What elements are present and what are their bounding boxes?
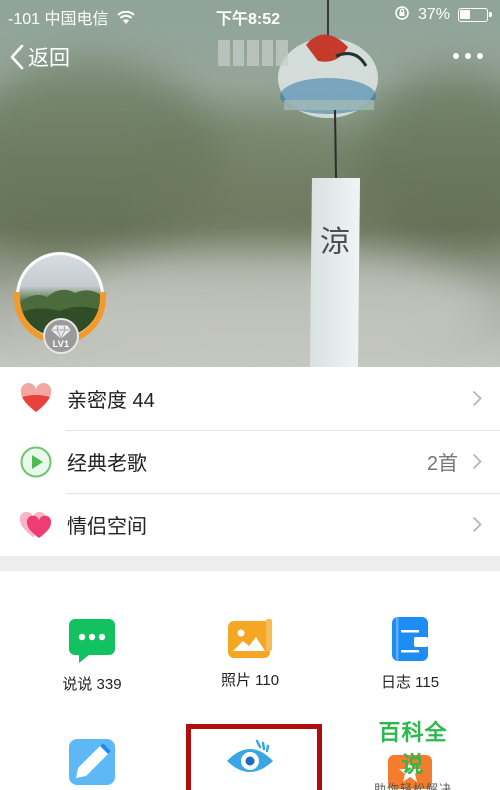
chevron-right-icon <box>472 453 482 470</box>
intimacy-label: 亲密度 44 <box>67 390 155 412</box>
status-bar: -101 中国电信 下午8:52 37% <box>0 0 500 28</box>
cover-banner: 涼 -101 中国电信 下午8:52 37% 返回 LV1 <box>0 0 500 367</box>
pen-icon <box>69 739 115 785</box>
highlight-box <box>186 724 322 790</box>
level-badge: LV1 <box>43 318 79 354</box>
grid-item-photo[interactable]: 照片 110 <box>170 619 330 690</box>
level-label: LV1 <box>52 339 70 349</box>
diamond-icon <box>51 325 71 339</box>
wind-chime-image: 涼 <box>278 0 378 367</box>
battery-icon <box>458 8 492 22</box>
chevron-left-icon <box>10 44 24 70</box>
songs-count: 2首 <box>426 453 458 475</box>
grid-item-share[interactable] <box>12 739 172 785</box>
notebook-icon <box>392 617 428 661</box>
wifi-icon <box>117 10 135 24</box>
double-heart-icon <box>20 511 52 538</box>
blurred-nickname <box>218 40 288 66</box>
list-item-couple-space[interactable]: 情侣空间 <box>0 493 500 556</box>
speech-bubble-icon <box>69 619 115 663</box>
carrier-signal: -101 中国电信 <box>8 5 135 29</box>
profile-info-list: 亲密度 44 经典老歌 2首 情侣空间 <box>0 367 500 556</box>
section-divider <box>0 557 500 571</box>
chevron-right-icon <box>472 516 482 533</box>
list-item-classic-songs[interactable]: 经典老歌 2首 <box>0 430 500 493</box>
back-label: 返回 <box>28 47 70 70</box>
classic-songs-label: 经典老歌 <box>67 453 147 475</box>
play-icon <box>20 446 52 478</box>
couple-space-label: 情侣空间 <box>67 516 147 538</box>
grid-item-talk[interactable]: 说说 339 <box>12 619 172 694</box>
more-options-icon[interactable] <box>450 44 486 68</box>
diary-label: 日志 115 <box>380 674 440 691</box>
photo-label: 照片 110 <box>220 672 280 689</box>
watermark-logo: 百科全说 助你轻松解决 <box>368 715 458 790</box>
rotation-lock-icon <box>394 6 409 20</box>
battery-percent: 37% <box>417 6 450 23</box>
heart-icon <box>20 383 52 412</box>
grid-item-diary[interactable]: 日志 115 <box>330 617 490 692</box>
watermark-title: 百科全说 <box>378 720 448 777</box>
status-time: 下午8:52 <box>216 11 281 28</box>
profile-avatar[interactable]: LV1 <box>14 252 106 354</box>
wind-chime-text: 涼 <box>320 225 350 260</box>
list-item-intimacy[interactable]: 亲密度 44 <box>0 367 500 430</box>
carrier-text: -101 中国电信 <box>8 11 109 28</box>
talk-label: 说说 339 <box>62 676 122 693</box>
back-button[interactable]: 返回 <box>10 40 70 74</box>
watermark-subtitle: 助你轻松解决 <box>373 782 452 790</box>
chevron-right-icon <box>472 390 482 407</box>
photo-icon <box>228 619 272 658</box>
